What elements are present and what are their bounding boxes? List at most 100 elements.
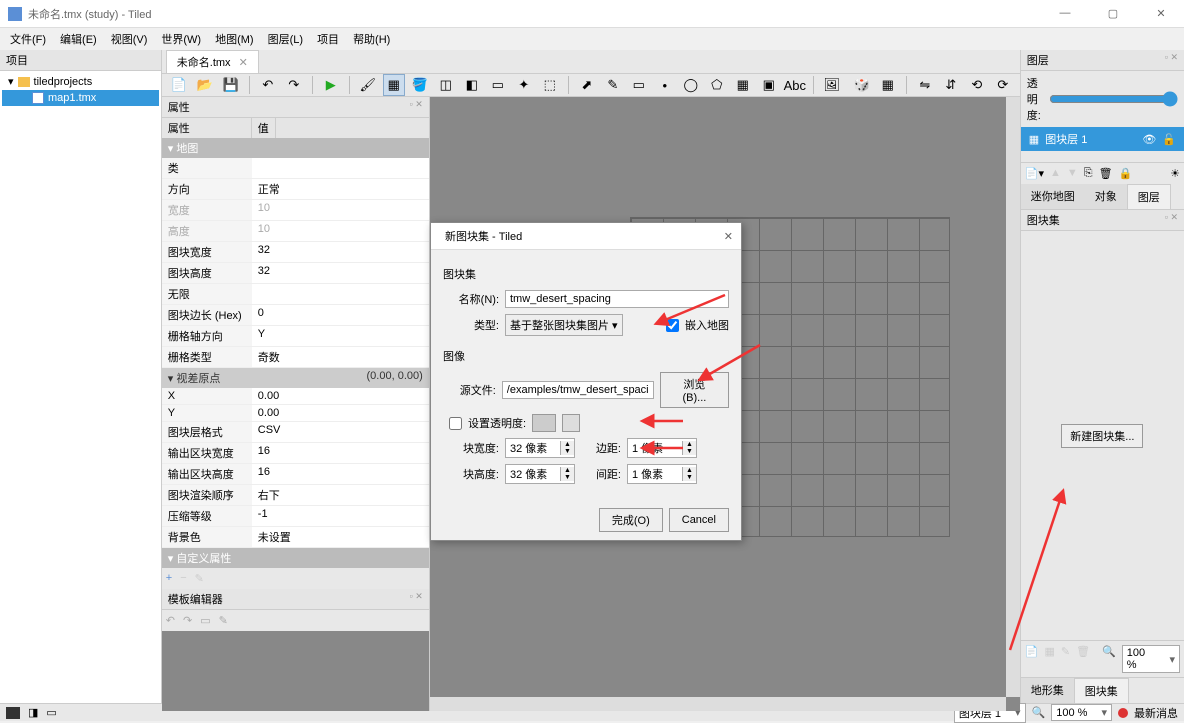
tb-fill[interactable]: 🪣 [409, 74, 431, 96]
sb-zoom-select[interactable]: 100 % [1051, 704, 1112, 721]
tree-folder[interactable]: ▾ tiledprojects [2, 73, 159, 90]
notification-icon[interactable] [1118, 708, 1128, 718]
sb-a[interactable]: ◨ [28, 706, 38, 719]
tab-close-icon[interactable]: ✕ [239, 56, 248, 69]
property-row[interactable]: 栅格轴方向Y [162, 326, 429, 347]
opacity-slider[interactable] [1049, 91, 1178, 107]
embed-checkbox[interactable] [666, 319, 679, 332]
tb-undo[interactable]: ↶ [257, 74, 279, 96]
color-picker-button[interactable] [562, 414, 580, 432]
canvas-scroll-v[interactable] [1006, 97, 1020, 697]
tb-random[interactable]: 🎲 [851, 74, 873, 96]
tb-obj-sel[interactable]: ⬈ [576, 74, 598, 96]
color-swatch[interactable] [532, 414, 556, 432]
section-custom[interactable]: ▾ 自定义属性 [162, 548, 429, 568]
property-row[interactable]: 图块渲染顺序右下 [162, 485, 429, 506]
property-row[interactable]: 高度10 [162, 221, 429, 242]
dialog-close-button[interactable]: ✕ [724, 230, 733, 243]
section-map[interactable]: ▾ 地图 [162, 138, 429, 158]
layer-dup[interactable]: ⎘ [1084, 167, 1093, 180]
tab-objects[interactable]: 对象 [1085, 184, 1127, 209]
ok-button[interactable]: 完成(O) [599, 508, 663, 532]
tb-flip-h[interactable]: ⇋ [914, 74, 936, 96]
close-button[interactable]: ✕ [1146, 7, 1176, 20]
property-row[interactable]: 图块边长 (Hex)0 [162, 305, 429, 326]
layer-highlight[interactable]: ☀ [1170, 167, 1180, 180]
menu-layer[interactable]: 图层(L) [262, 29, 309, 49]
tb-same[interactable]: ⬚ [539, 74, 561, 96]
layer-del[interactable]: 🗑 [1099, 167, 1113, 180]
tab-active[interactable]: 未命名.tmx ✕ [166, 50, 259, 73]
property-row[interactable]: 背景色未设置 [162, 527, 429, 548]
property-row[interactable]: 输出区块宽度16 [162, 443, 429, 464]
tile-height-spinner[interactable]: 32 像素▲▼ [505, 464, 575, 484]
tb-terrain[interactable]: ▦ [383, 74, 405, 96]
menu-map[interactable]: 地图(M) [209, 29, 260, 49]
layer-lock[interactable]: 🔒 [1119, 167, 1133, 180]
transparency-checkbox[interactable] [449, 417, 462, 430]
tb-redo[interactable]: ↷ [283, 74, 305, 96]
sb-news[interactable]: 最新消息 [1134, 705, 1178, 721]
section-parallax[interactable]: ▾ 视差原点 (0.00, 0.00) [162, 368, 429, 388]
tb-rect[interactable]: ▭ [628, 74, 650, 96]
tab-minimap[interactable]: 迷你地图 [1021, 184, 1085, 209]
menu-file[interactable]: 文件(F) [4, 29, 52, 49]
tb-new[interactable]: 📄 [168, 74, 190, 96]
tile-width-spinner[interactable]: 32 像素▲▼ [505, 438, 575, 458]
property-row[interactable]: 压缩等级-1 [162, 506, 429, 527]
property-row[interactable]: X0.00 [162, 388, 429, 405]
console-icon[interactable] [6, 707, 20, 719]
property-row[interactable]: Y0.00 [162, 405, 429, 422]
property-row[interactable]: 图块宽度32 [162, 242, 429, 263]
property-row[interactable]: 类 [162, 158, 429, 179]
property-row[interactable]: 图块层格式CSV [162, 422, 429, 443]
name-input[interactable] [505, 290, 729, 308]
tb-tile-obj[interactable]: ▦ [732, 74, 754, 96]
tb-stamp[interactable]: 🖌 [357, 74, 379, 96]
browse-button[interactable]: 浏览(B)... [660, 372, 729, 408]
tb-ellipse[interactable]: ◯ [680, 74, 702, 96]
tb-polygon[interactable]: ⬠ [706, 74, 728, 96]
prop-remove-button[interactable]: − [180, 572, 186, 585]
menu-edit[interactable]: 编辑(E) [54, 29, 103, 49]
source-input[interactable] [502, 381, 654, 399]
type-select[interactable]: 基于整张图块集图片 ▾ [505, 314, 623, 336]
tab-tileset[interactable]: 图块集 [1074, 678, 1129, 703]
menu-help[interactable]: 帮助(H) [347, 29, 396, 49]
new-tileset-button[interactable]: 新建图块集... [1061, 424, 1143, 448]
tb-rot-r[interactable]: ⟳ [992, 74, 1014, 96]
layer-add[interactable]: 📄▾ [1025, 167, 1044, 180]
tb-obj-edit[interactable]: ✎ [602, 74, 624, 96]
tb-rot-l[interactable]: ⟲ [966, 74, 988, 96]
tb-select-rect[interactable]: ▭ [487, 74, 509, 96]
tb-eraser[interactable]: ◧ [461, 74, 483, 96]
tmpl-b[interactable]: ✎ [219, 614, 228, 627]
property-row[interactable]: 无限 [162, 284, 429, 305]
layer-lock-icon[interactable]: 🔓 [1162, 133, 1176, 146]
layer-down[interactable]: ▼ [1067, 167, 1078, 180]
cancel-button[interactable]: Cancel [669, 508, 729, 532]
layer-visibility-icon[interactable]: 👁 [1142, 133, 1156, 146]
prop-edit-button[interactable]: ✎ [195, 572, 204, 585]
tb-shape[interactable]: ◫ [435, 74, 457, 96]
property-row[interactable]: 宽度10 [162, 200, 429, 221]
property-row[interactable]: 方向正常 [162, 179, 429, 200]
tmpl-redo[interactable]: ↷ [183, 614, 192, 627]
tmpl-a[interactable]: ▭ [200, 614, 210, 627]
tb-run[interactable]: ▶ [320, 74, 342, 96]
layer-up[interactable]: ▲ [1050, 167, 1061, 180]
menu-world[interactable]: 世界(W) [155, 29, 207, 49]
menu-view[interactable]: 视图(V) [105, 29, 154, 49]
tb-template[interactable]: ▣ [758, 74, 780, 96]
property-row[interactable]: 图块高度32 [162, 263, 429, 284]
tab-terrain[interactable]: 地形集 [1021, 678, 1074, 703]
ts-new[interactable]: 📄 [1025, 645, 1039, 673]
ts-embed[interactable]: ▦ [1044, 645, 1054, 673]
property-row[interactable]: 输出区块高度16 [162, 464, 429, 485]
maximize-button[interactable]: ▢ [1098, 7, 1128, 20]
layer-item-1[interactable]: ▦ 图块层 1 👁 🔓 [1021, 127, 1184, 151]
tree-file-map1[interactable]: map1.tmx [2, 90, 159, 106]
minimize-button[interactable]: — [1050, 7, 1080, 20]
ts-del[interactable]: 🗑 [1076, 645, 1090, 673]
tb-dice[interactable]: ▦ [877, 74, 899, 96]
